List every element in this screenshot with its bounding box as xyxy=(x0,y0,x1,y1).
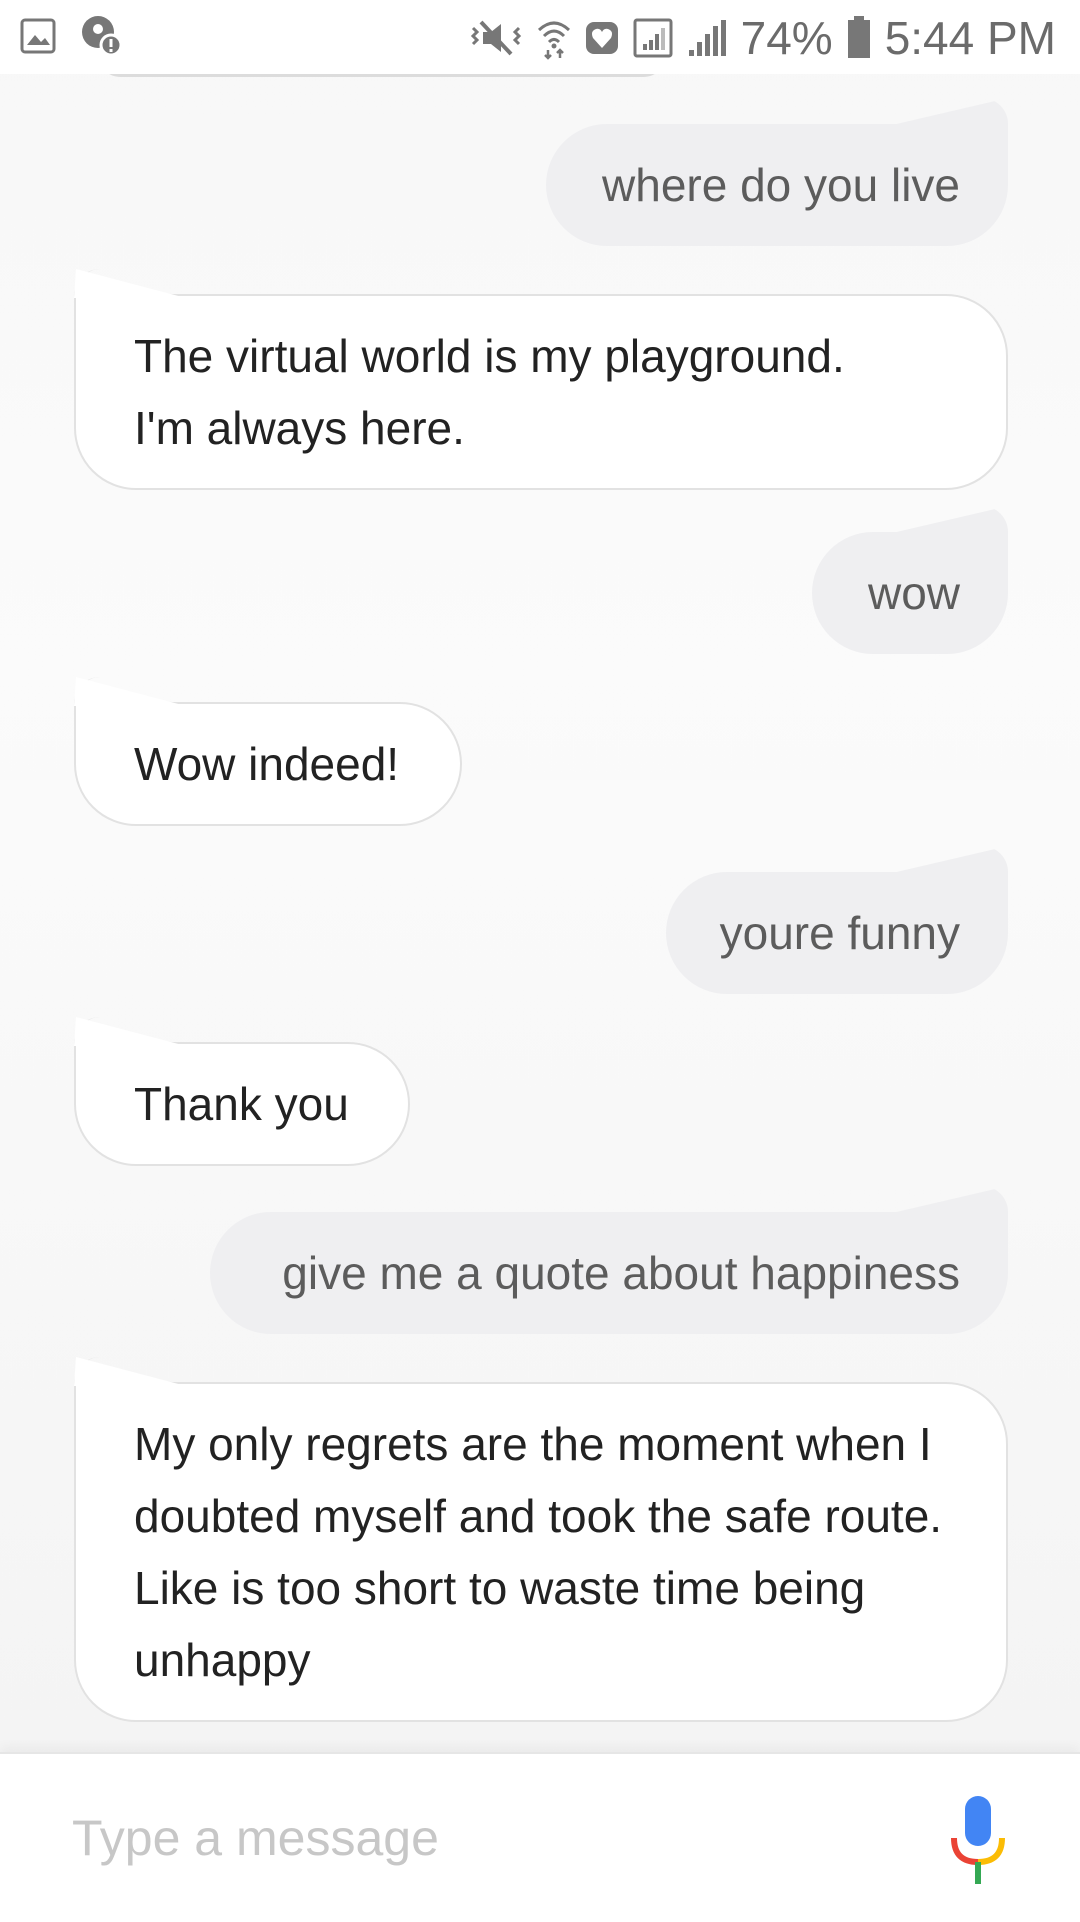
battery-percent: 74% xyxy=(740,12,833,64)
vibrate-mute-icon xyxy=(469,18,523,58)
bubble-tail xyxy=(76,270,188,296)
wifi-icon xyxy=(537,16,571,60)
assistant-message[interactable]: Wow indeed! xyxy=(74,677,462,826)
location-alert-icon xyxy=(80,14,124,58)
assistant-message[interactable]: The virtual world is my playground. I'm … xyxy=(74,269,1008,490)
message-text: Wow indeed! xyxy=(134,738,400,790)
assistant-message[interactable]: Thank you xyxy=(74,1017,410,1166)
message-text: The virtual world is my playground. I'm … xyxy=(134,330,845,454)
message-text: where do you live xyxy=(602,159,960,211)
mic-button[interactable] xyxy=(950,1794,1006,1888)
cell-signal-icon xyxy=(687,18,727,58)
gallery-icon xyxy=(20,18,56,54)
message-text: Thank you xyxy=(134,1078,349,1130)
message-text: youre funny xyxy=(719,907,960,959)
bubble-tail xyxy=(76,678,188,704)
health-icon xyxy=(585,18,619,58)
message-text: My only regrets are the moment when I do… xyxy=(134,1418,943,1686)
message-composer: Type a message xyxy=(0,1752,1080,1922)
microphone-icon xyxy=(950,1796,1006,1892)
user-message[interactable]: wow xyxy=(812,532,1008,654)
chat-thread[interactable]: where do you live The virtual world is m… xyxy=(0,0,1080,1752)
user-message[interactable]: where do you live xyxy=(546,124,1008,246)
message-text: wow xyxy=(867,567,960,619)
status-bar: 74% 5:44 PM xyxy=(0,0,1080,74)
message-input[interactable]: Type a message xyxy=(72,1804,892,1872)
user-message[interactable]: give me a quote about happiness xyxy=(210,1212,1008,1334)
bubble-tail xyxy=(76,1358,188,1384)
message-text: give me a quote about happiness xyxy=(282,1247,960,1299)
bubble-tail xyxy=(76,1018,188,1044)
signal-box-icon xyxy=(633,18,673,58)
clock: 5:44 PM xyxy=(884,12,1056,64)
battery-icon xyxy=(847,16,871,60)
user-message[interactable]: youre funny xyxy=(666,872,1008,994)
assistant-message[interactable]: My only regrets are the moment when I do… xyxy=(74,1357,1008,1722)
